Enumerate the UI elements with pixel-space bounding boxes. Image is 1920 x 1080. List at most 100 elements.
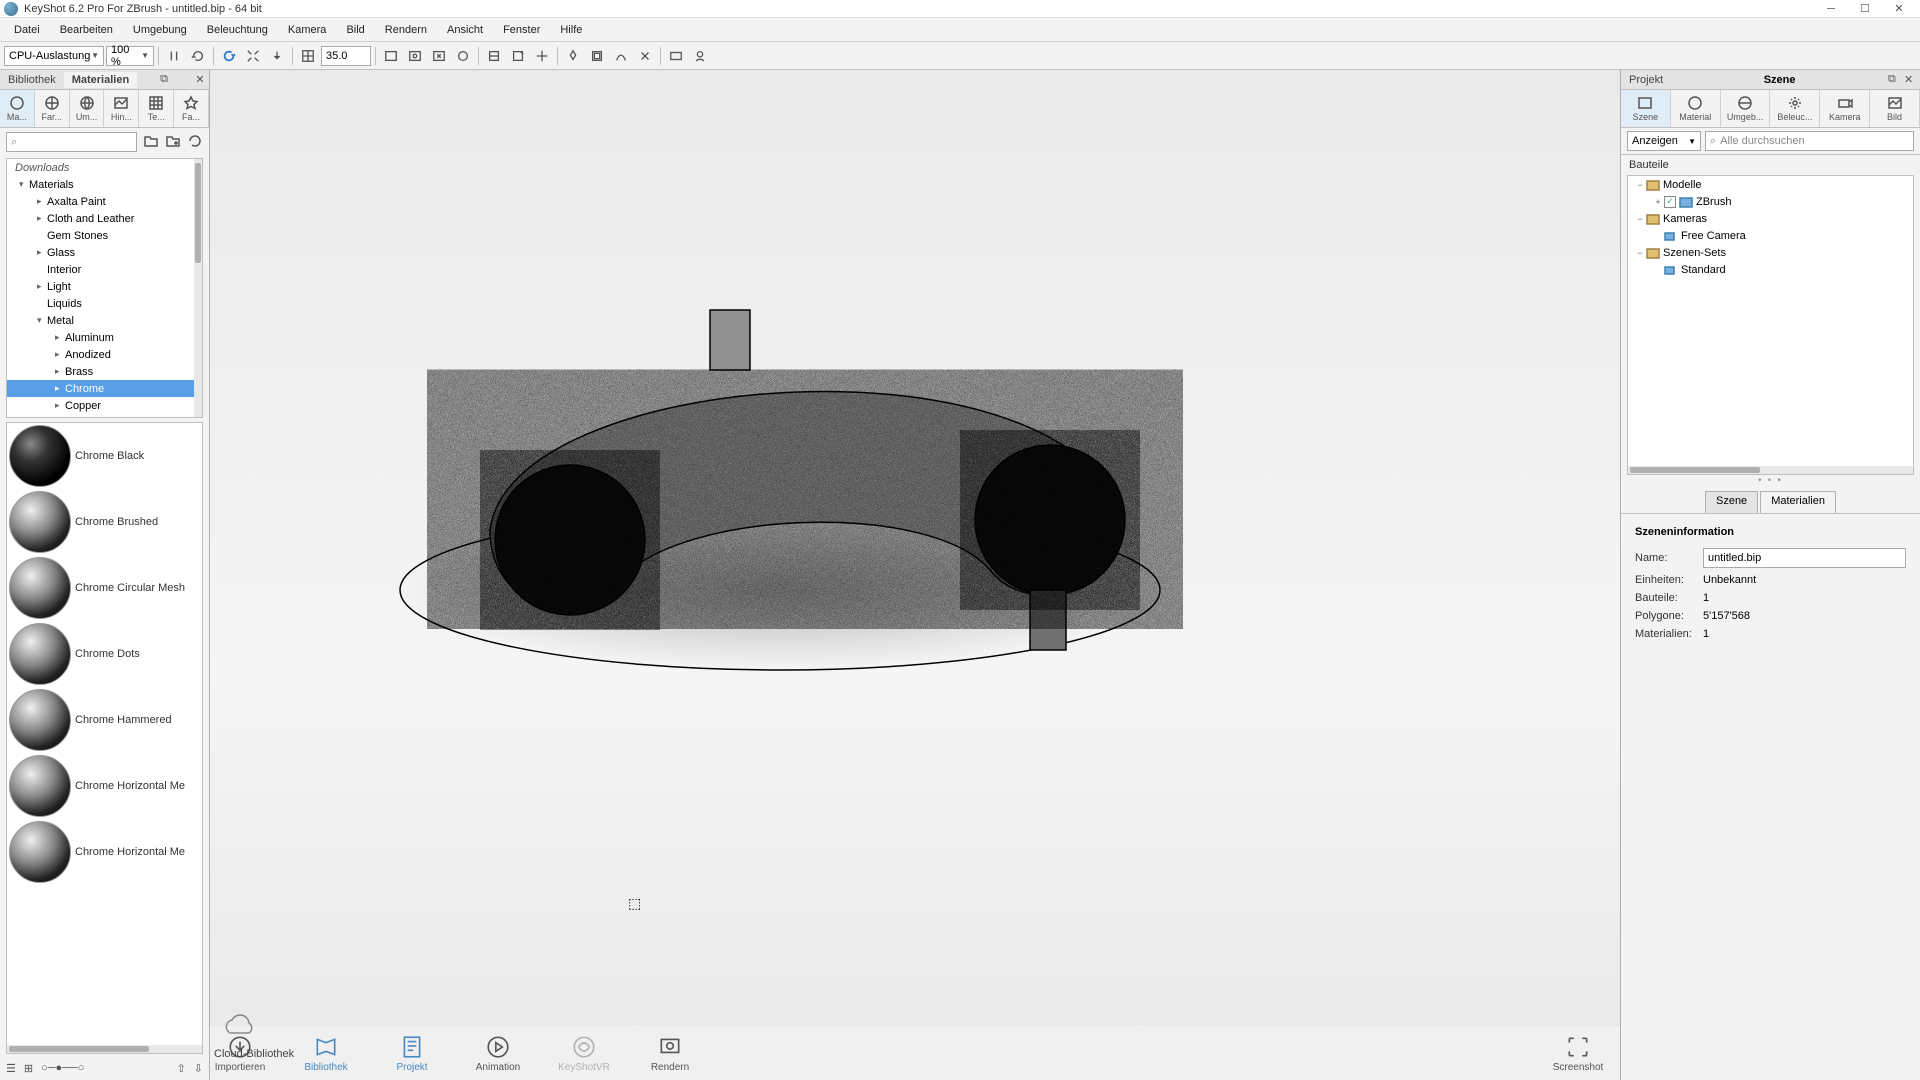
cat-backplates[interactable]: Hin... xyxy=(104,90,139,127)
tool-3-button[interactable] xyxy=(531,45,553,67)
tool-8-button[interactable] xyxy=(665,45,687,67)
view-2-button[interactable] xyxy=(404,45,426,67)
close-right-icon[interactable]: ✕ xyxy=(1904,73,1920,86)
tab-projekt[interactable]: Projekt xyxy=(1621,72,1671,88)
tool-2-button[interactable] xyxy=(507,45,529,67)
view-4-button[interactable] xyxy=(452,45,474,67)
view-1-button[interactable] xyxy=(380,45,402,67)
tree-downloads[interactable]: Downloads xyxy=(7,159,202,176)
menu-hilfe[interactable]: Hilfe xyxy=(550,21,592,39)
download-icon[interactable]: ⇩ xyxy=(194,1062,203,1075)
thumb-chrome-horiz2[interactable]: Chrome Horizontal Me xyxy=(7,819,202,885)
view-3-button[interactable] xyxy=(428,45,450,67)
thumb-chrome-mesh[interactable]: Chrome Circular Mesh xyxy=(7,555,202,621)
down-button[interactable] xyxy=(266,45,288,67)
tree-metal[interactable]: ▾Metal xyxy=(7,312,202,329)
rcat-kamera[interactable]: Kamera xyxy=(1820,90,1870,127)
render-viewport[interactable]: ⬚ Importieren Bibliothek Projekt Animati… xyxy=(210,70,1620,1080)
menu-ansicht[interactable]: Ansicht xyxy=(437,21,493,39)
zoom-slider[interactable]: ○─●──○ xyxy=(41,1062,168,1074)
thumb-chrome-dots[interactable]: Chrome Dots xyxy=(7,621,202,687)
folder-add-icon[interactable] xyxy=(143,133,159,152)
tree-materials[interactable]: ▾Materials xyxy=(7,176,202,193)
tree-item[interactable]: ▸Nickel xyxy=(7,414,202,418)
node-free-camera[interactable]: Free Camera xyxy=(1628,227,1913,244)
subtab-szene[interactable]: Szene xyxy=(1705,491,1758,513)
material-tree[interactable]: Downloads ▾Materials ▸Axalta Paint ▸Clot… xyxy=(6,158,203,418)
subtab-materialien[interactable]: Materialien xyxy=(1760,491,1836,513)
menu-datei[interactable]: Datei xyxy=(4,21,50,39)
thumb-chrome-black[interactable]: Chrome Black xyxy=(7,423,202,489)
tree-item[interactable]: ▸Copper xyxy=(7,397,202,414)
btn-screenshot[interactable]: Screenshot xyxy=(1548,1034,1608,1073)
tool-9-button[interactable] xyxy=(689,45,711,67)
undock-icon[interactable]: ⧉ xyxy=(155,73,173,86)
tool-4-button[interactable] xyxy=(562,45,584,67)
menu-bearbeiten[interactable]: Bearbeiten xyxy=(50,21,123,39)
folder-icon[interactable] xyxy=(165,133,181,152)
rcat-bild[interactable]: Bild xyxy=(1870,90,1920,127)
cat-favorites[interactable]: Fa... xyxy=(174,90,209,127)
tree-chrome[interactable]: ▸Chrome xyxy=(7,380,202,397)
thumb-scrollbar[interactable] xyxy=(9,1046,149,1052)
refresh-library-icon[interactable] xyxy=(187,133,203,152)
close-panel-icon[interactable]: ✕ xyxy=(191,73,209,86)
menu-bild[interactable]: Bild xyxy=(336,21,374,39)
menu-fenster[interactable]: Fenster xyxy=(493,21,550,39)
btn-animation[interactable]: Animation xyxy=(468,1034,528,1073)
btn-projekt[interactable]: Projekt xyxy=(382,1034,442,1073)
fit-button[interactable] xyxy=(242,45,264,67)
thumb-chrome-hammered[interactable]: Chrome Hammered xyxy=(7,687,202,753)
menu-rendern[interactable]: Rendern xyxy=(375,21,437,39)
rcat-umgebung[interactable]: Umgeb... xyxy=(1721,90,1771,127)
grid-button[interactable] xyxy=(297,45,319,67)
grid-view-icon[interactable]: ⊞ xyxy=(24,1062,33,1075)
refresh-button[interactable] xyxy=(187,45,209,67)
library-search-input[interactable]: ⌕ xyxy=(6,132,137,152)
btn-rendern[interactable]: Rendern xyxy=(640,1034,700,1073)
tree-scrollbar[interactable] xyxy=(195,163,201,263)
tree-item[interactable]: ▸Glass xyxy=(7,244,202,261)
node-standard[interactable]: Standard xyxy=(1628,261,1913,278)
tree-item[interactable]: ▸Anodized xyxy=(7,346,202,363)
maximize-button[interactable]: ☐ xyxy=(1848,0,1882,17)
tool-5-button[interactable] xyxy=(586,45,608,67)
list-view-icon[interactable]: ☰ xyxy=(6,1062,16,1075)
tool-1-button[interactable] xyxy=(483,45,505,67)
tool-7-button[interactable] xyxy=(634,45,656,67)
tree-item[interactable]: Liquids xyxy=(7,295,202,312)
tool-6-button[interactable] xyxy=(610,45,632,67)
scene-search-input[interactable]: ⌕ Alle durchsuchen xyxy=(1705,131,1914,151)
minimize-button[interactable]: ─ xyxy=(1814,0,1848,17)
node-szenen-sets[interactable]: −Szenen-Sets xyxy=(1628,244,1913,261)
close-button[interactable]: ✕ xyxy=(1882,0,1916,17)
rcat-szene[interactable]: Szene xyxy=(1621,90,1671,127)
tree-item[interactable]: Gem Stones xyxy=(7,227,202,244)
node-kameras[interactable]: −Kameras xyxy=(1628,210,1913,227)
node-zbrush[interactable]: +✓ZBrush xyxy=(1628,193,1913,210)
cpu-usage-combo[interactable]: CPU-Auslastung▼ xyxy=(4,46,104,66)
rcat-material[interactable]: Material xyxy=(1671,90,1721,127)
tree-item[interactable]: ▸Axalta Paint xyxy=(7,193,202,210)
undock-right-icon[interactable]: ⧉ xyxy=(1888,73,1904,86)
reload-button[interactable] xyxy=(218,45,240,67)
rcat-beleuchtung[interactable]: Beleuc... xyxy=(1770,90,1820,127)
menu-kamera[interactable]: Kamera xyxy=(278,21,337,39)
focal-length-field[interactable]: 35.0 xyxy=(321,46,371,66)
cat-colors[interactable]: Far... xyxy=(35,90,70,127)
pause-button[interactable] xyxy=(163,45,185,67)
tab-materialien[interactable]: Materialien xyxy=(64,72,137,88)
scene-name-field[interactable]: untitled.bip xyxy=(1703,548,1906,568)
cat-materials[interactable]: Ma... xyxy=(0,90,35,127)
tree-item[interactable]: Interior xyxy=(7,261,202,278)
tree-item[interactable]: ▸Brass xyxy=(7,363,202,380)
tree-item[interactable]: ▸Cloth and Leather xyxy=(7,210,202,227)
menu-beleuchtung[interactable]: Beleuchtung xyxy=(197,21,278,39)
tree-item[interactable]: ▸Light xyxy=(7,278,202,295)
thumb-chrome-brushed[interactable]: Chrome Brushed xyxy=(7,489,202,555)
menu-umgebung[interactable]: Umgebung xyxy=(123,21,197,39)
scene-tree[interactable]: −Modelle +✓ZBrush −Kameras Free Camera −… xyxy=(1627,175,1914,475)
upload-icon[interactable]: ⇧ xyxy=(177,1062,186,1075)
tab-bibliothek[interactable]: Bibliothek xyxy=(0,72,64,88)
anzeigen-combo[interactable]: Anzeigen▼ xyxy=(1627,131,1701,151)
